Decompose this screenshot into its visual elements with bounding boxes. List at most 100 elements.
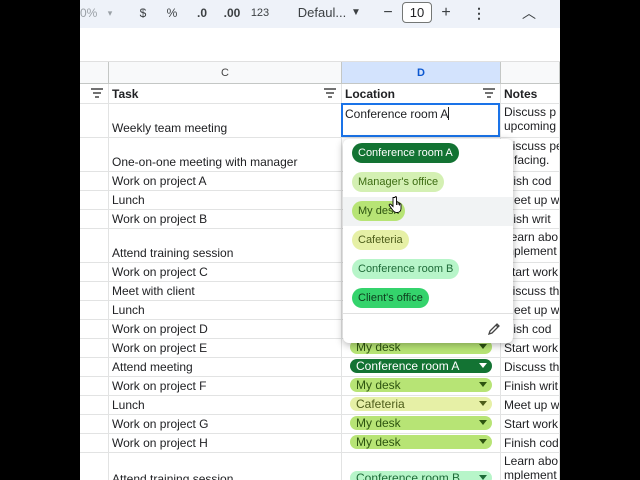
row-number[interactable] bbox=[80, 263, 109, 281]
notes-cell[interactable]: Finish cod bbox=[501, 434, 560, 452]
dropdown-arrow-icon[interactable] bbox=[479, 475, 487, 480]
dropdown-arrow-icon[interactable] bbox=[479, 344, 487, 349]
task-cell[interactable]: Work on project B bbox=[109, 210, 342, 228]
task-cell[interactable]: One-on-one meeting with manager bbox=[109, 138, 342, 171]
notes-cell[interactable]: Meet up w bbox=[501, 396, 560, 414]
dropdown-option[interactable]: Manager's office bbox=[343, 168, 513, 197]
task-cell[interactable]: Work on project C bbox=[109, 263, 342, 281]
task-cell[interactable]: Lunch bbox=[109, 301, 342, 319]
increase-decimal-button[interactable]: .00 bbox=[220, 4, 244, 22]
location-cell[interactable]: My desk bbox=[342, 415, 501, 433]
location-chip-label: My desk bbox=[356, 416, 401, 430]
row-number[interactable] bbox=[80, 172, 109, 190]
font-select[interactable]: Defaul... bbox=[292, 4, 352, 22]
pencil-icon[interactable] bbox=[487, 322, 501, 336]
dropdown-option[interactable]: Conference room B bbox=[343, 255, 513, 284]
row-number[interactable] bbox=[80, 301, 109, 319]
row-number[interactable] bbox=[80, 434, 109, 452]
dropdown-arrow-icon[interactable] bbox=[479, 420, 487, 425]
row-number[interactable] bbox=[80, 138, 109, 171]
task-cell[interactable]: Lunch bbox=[109, 191, 342, 209]
task-cell[interactable]: Weekly team meeting bbox=[109, 104, 342, 137]
header-row: Task Location Notes bbox=[80, 84, 560, 104]
option-chip: Client's office bbox=[352, 288, 429, 308]
collapse-toolbar-icon[interactable]: ︿ bbox=[522, 4, 536, 22]
task-cell[interactable]: Work on project A bbox=[109, 172, 342, 190]
dropdown-option[interactable]: My desk bbox=[343, 197, 513, 226]
row-number[interactable] bbox=[80, 191, 109, 209]
percent-partial[interactable]: 0% bbox=[80, 4, 97, 22]
dropdown-arrow-icon[interactable] bbox=[479, 401, 487, 406]
table-row: Lunch Cafeteria Meet up w bbox=[80, 396, 560, 415]
header-location: Location bbox=[342, 84, 501, 103]
row-number[interactable] bbox=[80, 210, 109, 228]
location-chip[interactable]: Conference room A bbox=[350, 359, 492, 373]
column-header-blank bbox=[80, 62, 109, 84]
notes-cell[interactable]: Learn abo mplement bbox=[501, 453, 560, 480]
more-icon[interactable]: ⋮ bbox=[472, 4, 486, 22]
task-cell[interactable]: Work on project E bbox=[109, 339, 342, 357]
location-chip[interactable]: Cafeteria bbox=[350, 397, 492, 411]
toolbar: 0% ▾ $ % .0 .00 123 Defaul... ▼ − 10 + ⋮… bbox=[80, 0, 560, 28]
location-cell[interactable]: My desk bbox=[342, 434, 501, 452]
dropdown-arrow-icon[interactable] bbox=[479, 382, 487, 387]
filter-icon[interactable] bbox=[324, 88, 336, 98]
row-number[interactable] bbox=[80, 377, 109, 395]
task-cell[interactable]: Lunch bbox=[109, 396, 342, 414]
location-cell[interactable]: Conference room B bbox=[342, 453, 501, 480]
location-chip[interactable]: My desk bbox=[350, 378, 492, 392]
notes-cell[interactable]: Discuss th bbox=[501, 358, 560, 376]
notes-cell[interactable]: Discuss p upcoming bbox=[501, 104, 560, 137]
location-chip-label: Conference room B bbox=[356, 471, 461, 480]
task-cell[interactable]: Meet with client bbox=[109, 282, 342, 300]
dropdown-option[interactable]: Cafeteria bbox=[343, 226, 513, 255]
row-number[interactable] bbox=[80, 104, 109, 137]
task-cell[interactable]: Work on project D bbox=[109, 320, 342, 338]
location-cell[interactable]: Cafeteria bbox=[342, 396, 501, 414]
notes-cell[interactable]: Finish writ bbox=[501, 377, 560, 395]
row-number[interactable] bbox=[80, 358, 109, 376]
decrease-decimal-button[interactable]: .0 bbox=[192, 4, 212, 22]
filter-icon[interactable] bbox=[483, 88, 495, 98]
notes-cell[interactable]: Start work bbox=[501, 415, 560, 433]
table-row: Attend meeting Conference room A Discuss t… bbox=[80, 358, 560, 377]
row-number[interactable] bbox=[80, 453, 109, 480]
font-size-input[interactable]: 10 bbox=[402, 2, 432, 23]
task-cell[interactable]: Work on project G bbox=[109, 415, 342, 433]
location-chip[interactable]: Conference room B bbox=[350, 471, 492, 480]
number-format-button[interactable]: 123 bbox=[248, 4, 272, 22]
dropdown-option[interactable]: Conference room A bbox=[343, 139, 513, 168]
spreadsheet-app: 0% ▾ $ % .0 .00 123 Defaul... ▼ − 10 + ⋮… bbox=[80, 0, 560, 480]
table-row: Attend training session Conference room B… bbox=[80, 453, 560, 480]
location-cell[interactable]: My desk bbox=[342, 377, 501, 395]
dropdown-arrow-icon[interactable] bbox=[479, 439, 487, 444]
row-number[interactable] bbox=[80, 415, 109, 433]
location-cell[interactable]: Conference room A bbox=[342, 358, 501, 376]
task-cell[interactable]: Attend training session bbox=[109, 453, 342, 480]
dropdown-arrow-icon[interactable] bbox=[479, 363, 487, 368]
location-cell-editor[interactable]: Conference room A bbox=[341, 103, 500, 137]
task-cell[interactable]: Attend meeting bbox=[109, 358, 342, 376]
location-chip[interactable]: My desk bbox=[350, 416, 492, 430]
increase-font-button[interactable]: + bbox=[438, 4, 454, 22]
row-number[interactable] bbox=[80, 396, 109, 414]
option-chip: Cafeteria bbox=[352, 230, 409, 250]
task-cell[interactable]: Attend training session bbox=[109, 229, 342, 262]
row-number[interactable] bbox=[80, 320, 109, 338]
row-number[interactable] bbox=[80, 282, 109, 300]
decrease-font-button[interactable]: − bbox=[380, 4, 396, 22]
currency-button[interactable]: $ bbox=[136, 4, 150, 22]
location-chip[interactable]: My desk bbox=[350, 435, 492, 449]
percent-button[interactable]: % bbox=[164, 4, 180, 22]
row-number[interactable] bbox=[80, 339, 109, 357]
column-header-c[interactable]: C bbox=[109, 62, 342, 84]
chevron-down-icon[interactable]: ▼ bbox=[350, 4, 362, 22]
column-header-e[interactable] bbox=[501, 62, 560, 84]
row-number[interactable] bbox=[80, 229, 109, 262]
task-cell[interactable]: Work on project H bbox=[109, 434, 342, 452]
task-cell[interactable]: Work on project F bbox=[109, 377, 342, 395]
chevron-down-icon[interactable]: ▾ bbox=[104, 4, 116, 22]
dropdown-option[interactable]: Client's office bbox=[343, 284, 513, 313]
column-header-d[interactable]: D bbox=[342, 62, 501, 84]
filter-icon[interactable] bbox=[91, 88, 103, 98]
